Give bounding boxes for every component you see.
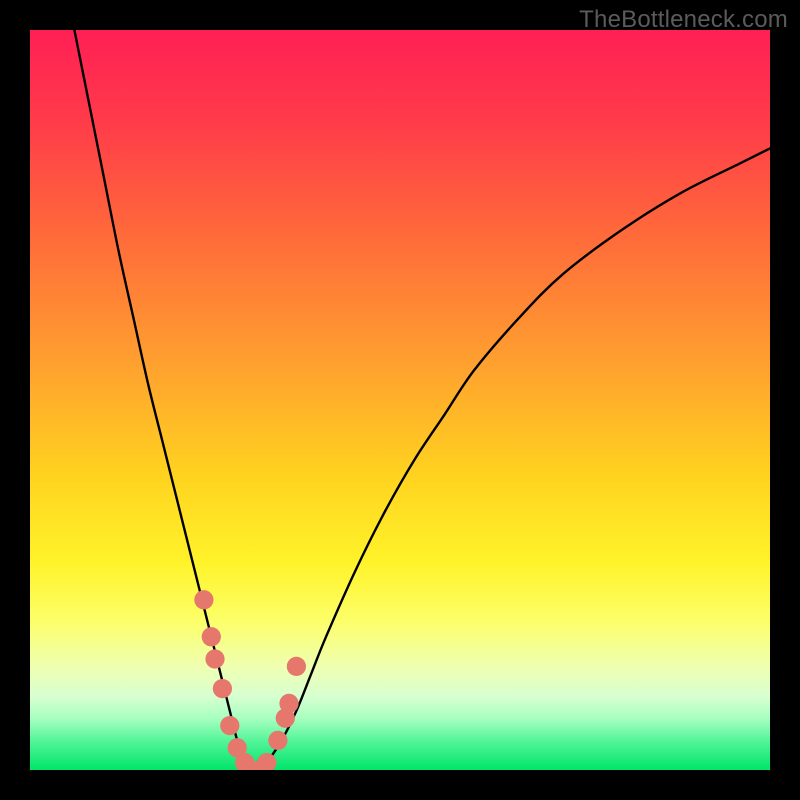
plot-area bbox=[30, 30, 770, 770]
marker-dot bbox=[279, 694, 298, 713]
marker-dot bbox=[268, 731, 287, 750]
bottleneck-curve bbox=[74, 30, 770, 770]
marker-dot bbox=[194, 590, 213, 609]
marker-dot bbox=[220, 716, 239, 735]
watermark-text: TheBottleneck.com bbox=[579, 6, 788, 34]
marker-dot bbox=[257, 753, 276, 770]
chart-svg bbox=[30, 30, 770, 770]
marker-dot bbox=[287, 657, 306, 676]
marker-dot bbox=[213, 679, 232, 698]
chart-frame: TheBottleneck.com bbox=[0, 0, 800, 800]
curve-markers bbox=[194, 590, 306, 770]
marker-dot bbox=[205, 649, 224, 668]
marker-dot bbox=[202, 627, 221, 646]
